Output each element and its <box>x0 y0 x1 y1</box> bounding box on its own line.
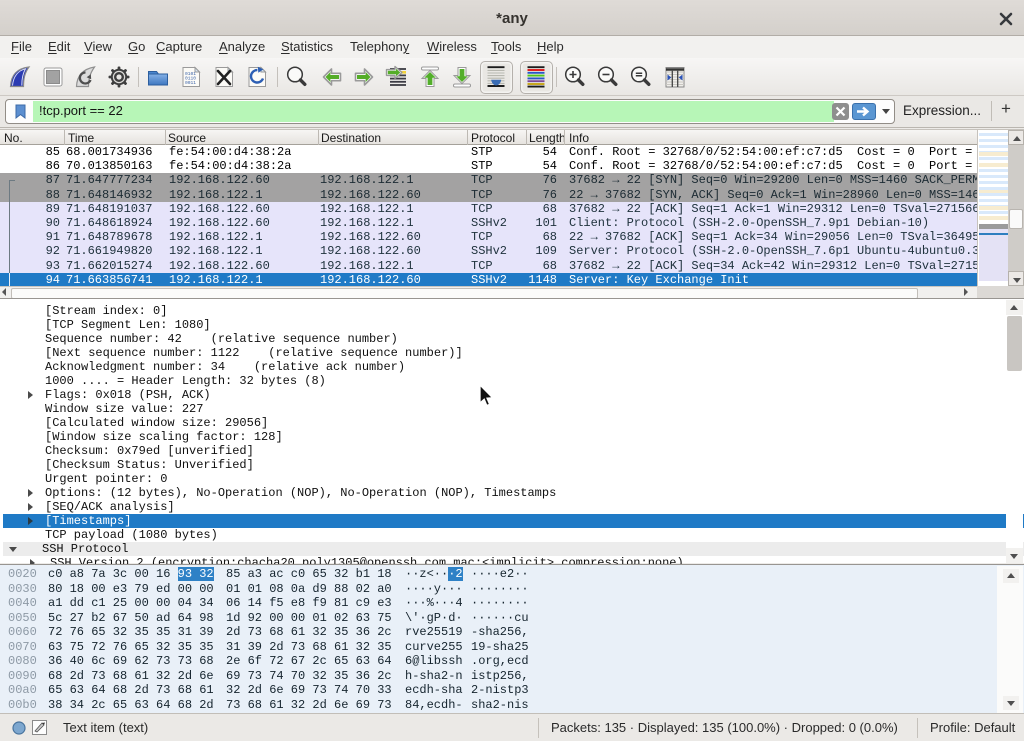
svg-text:0011: 0011 <box>185 80 196 86</box>
